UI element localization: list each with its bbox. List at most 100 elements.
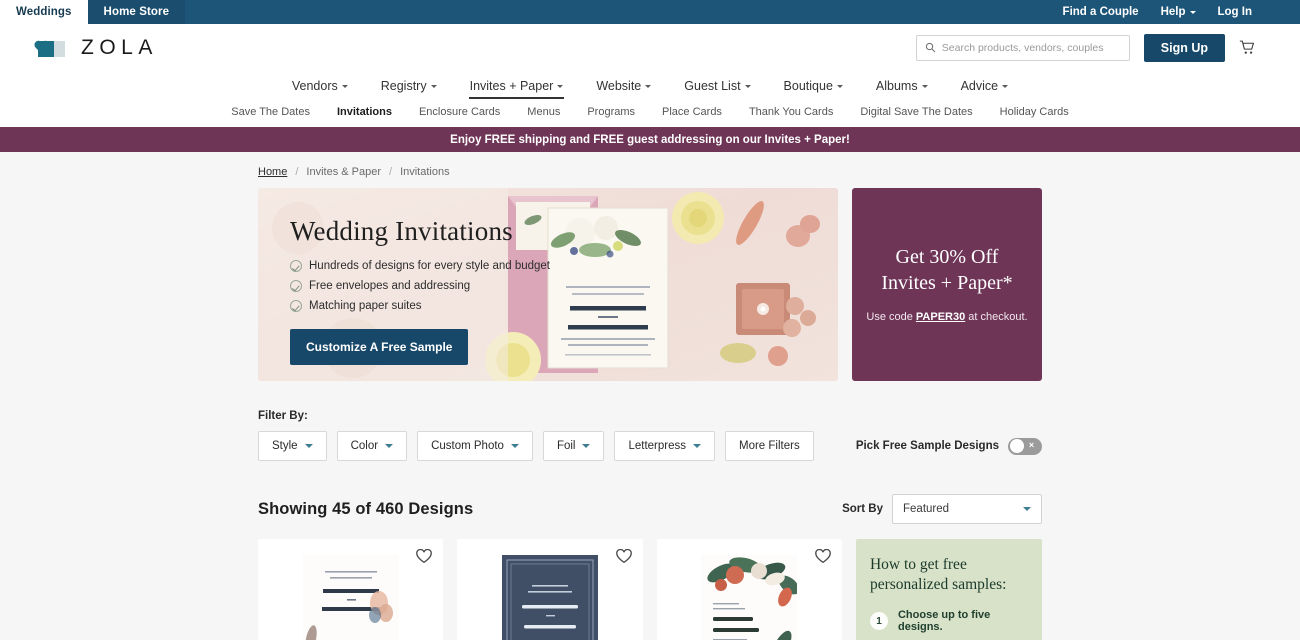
nav-item-label: Albums [875, 79, 918, 93]
filter-by-label: Filter By: [258, 410, 308, 422]
site-tabs: Weddings Home Store [0, 0, 186, 24]
sort-group: Sort By Featured [842, 494, 1042, 524]
filter-more-filters[interactable]: More Filters [725, 431, 814, 461]
subnav-item-thank-you-cards[interactable]: Thank You Cards [749, 106, 833, 118]
product-card[interactable] [258, 539, 444, 640]
nav-item-boutique[interactable]: Boutique [783, 74, 844, 100]
link-find-a-couple[interactable]: Find a Couple [1063, 6, 1139, 18]
promo-card-heading: Get 30% Off Invites + Paper* [881, 244, 1012, 296]
cart-icon[interactable] [1239, 39, 1256, 56]
product-card[interactable] [457, 539, 643, 640]
chevron-down-icon [921, 85, 928, 88]
how-to-title-line2: personalized samples: [869, 576, 1007, 594]
step-text: Choose up to five designs. [897, 609, 991, 634]
check-circle-icon [290, 300, 302, 312]
hero-bullet-label: Matching paper suites [309, 300, 422, 312]
sort-by-value: Featured [903, 503, 950, 515]
filter-style[interactable]: Style [258, 431, 327, 461]
hero-bullet: Matching paper suites [290, 300, 558, 312]
promo-code-suffix: at checkout. [965, 310, 1028, 323]
nav-item-label: Vendors [291, 79, 338, 93]
link-log-in[interactable]: Log In [1218, 6, 1253, 18]
subnav-item-place-cards[interactable]: Place Cards [662, 106, 722, 118]
link-help[interactable]: Help [1161, 6, 1196, 18]
subnav-item-menus[interactable]: Menus [527, 106, 560, 118]
promo-card-subtext: Use code PAPER30 at checkout. [866, 310, 1027, 326]
chevron-down-icon [645, 85, 652, 88]
nav-item-label: Advice [960, 79, 999, 93]
customize-free-sample-button[interactable]: Customize A Free Sample [290, 329, 469, 365]
how-to-get-samples-card: How to get free personalized samples: 1C… [855, 539, 1042, 640]
product-card[interactable] [656, 539, 842, 640]
promo-banner: Enjoy FREE shipping and FREE guest addre… [0, 127, 1300, 152]
sort-by-select[interactable]: Featured [892, 494, 1042, 524]
filter-label: Letterpress [628, 440, 686, 452]
zola-logo[interactable]: ZOLA [38, 36, 158, 60]
how-to-steps: 1Choose up to five designs.2Add a photo … [869, 609, 1028, 640]
hero-title: Wedding Invitations [290, 216, 513, 246]
nav-item-label: Invites + Paper [469, 79, 554, 93]
hero-bullet-label: Free envelopes and addressing [309, 280, 471, 292]
chevron-down-icon [836, 85, 843, 88]
breadcrumb-home[interactable]: Home [258, 166, 287, 178]
hero-bullet: Free envelopes and addressing [290, 280, 558, 292]
filter-label: More Filters [739, 440, 800, 452]
subnav-item-holiday-cards[interactable]: Holiday Cards [1000, 106, 1069, 118]
nav-item-invites-paper[interactable]: Invites + Paper [468, 74, 565, 100]
results-count: Showing 45 of 460 Designs [258, 499, 474, 518]
hearts-logo-icon [38, 38, 72, 58]
subnav-item-invitations[interactable]: Invitations [337, 106, 392, 118]
chevron-down-icon [341, 85, 348, 88]
hero-bullet-list: Hundreds of designs for every style and … [290, 260, 558, 312]
nav-item-advice[interactable]: Advice [960, 74, 1010, 100]
chevron-down-icon [744, 85, 751, 88]
main-navigation: Vendors Registry Invites + Paper Website Gue… [0, 71, 1300, 127]
breadcrumb: Home / Invites & Paper / Invitations [258, 152, 1042, 188]
nav-item-label: Registry [380, 79, 427, 93]
search-icon [925, 42, 936, 53]
breadcrumb-invites-paper[interactable]: Invites & Paper [306, 166, 381, 178]
favorite-heart-icon[interactable] [615, 549, 632, 564]
search-box[interactable] [915, 34, 1130, 61]
favorite-heart-icon[interactable] [815, 549, 831, 564]
subnav-item-digital-save-the-dates[interactable]: Digital Save The Dates [860, 106, 972, 118]
breadcrumb-separator-2: / [389, 166, 393, 178]
chevron-down-icon [304, 444, 313, 448]
tab-home-store[interactable]: Home Store [87, 0, 186, 24]
nav-item-registry[interactable]: Registry [380, 74, 438, 100]
chevron-down-icon [557, 85, 564, 88]
filter-color[interactable]: Color [336, 431, 408, 461]
chevron-down-icon [510, 444, 519, 448]
nav-item-website[interactable]: Website [595, 74, 652, 100]
filter-foil[interactable]: Foil [542, 431, 605, 461]
tab-weddings[interactable]: Weddings [0, 0, 88, 24]
subnav-item-programs[interactable]: Programs [587, 106, 635, 118]
how-to-title-line1: How to get free [869, 556, 967, 573]
nav-item-label: Guest List [684, 79, 741, 93]
filter-label: Custom Photo [431, 440, 504, 452]
favorite-heart-icon[interactable] [416, 549, 433, 564]
subnav-item-enclosure-cards[interactable]: Enclosure Cards [419, 106, 500, 118]
top-utility-links: Find a Couple Help Log In [1063, 0, 1300, 24]
chevron-down-icon [1023, 507, 1031, 511]
filter-letterpress[interactable]: Letterpress [614, 431, 715, 461]
nav-item-guest-list[interactable]: Guest List [683, 74, 751, 100]
nav-primary: Vendors Registry Invites + Paper Website Gue… [0, 74, 1300, 100]
promo-banner-text: Enjoy FREE shipping and FREE guest addre… [450, 133, 850, 146]
check-circle-icon [290, 280, 302, 292]
promo-discount-card[interactable]: Get 30% Off Invites + Paper* Use code PA… [852, 188, 1042, 381]
nav-item-albums[interactable]: Albums [875, 74, 929, 100]
page-body: Home / Invites & Paper / Invitations Wed… [0, 152, 1300, 640]
hero-bullet-label: Hundreds of designs for every style and … [309, 260, 551, 272]
nav-item-vendors[interactable]: Vendors [291, 74, 349, 100]
filter-custom-photo[interactable]: Custom Photo [417, 431, 533, 461]
chevron-down-icon [1189, 11, 1196, 14]
filter-row: Style Color Custom Photo Foil Letterpress Mor… [258, 431, 1042, 461]
chevron-down-icon [693, 444, 701, 448]
search-input[interactable] [941, 41, 1121, 54]
top-utility-bar: Weddings Home Store Find a Couple Help L… [0, 0, 1300, 24]
subnav-item-save-the-dates[interactable]: Save The Dates [231, 106, 310, 118]
sign-up-button[interactable]: Sign Up [1143, 33, 1225, 62]
free-sample-toggle[interactable]: × [1008, 437, 1042, 455]
hero-banner: Wedding Invitations Hundreds of designs … [258, 188, 838, 381]
